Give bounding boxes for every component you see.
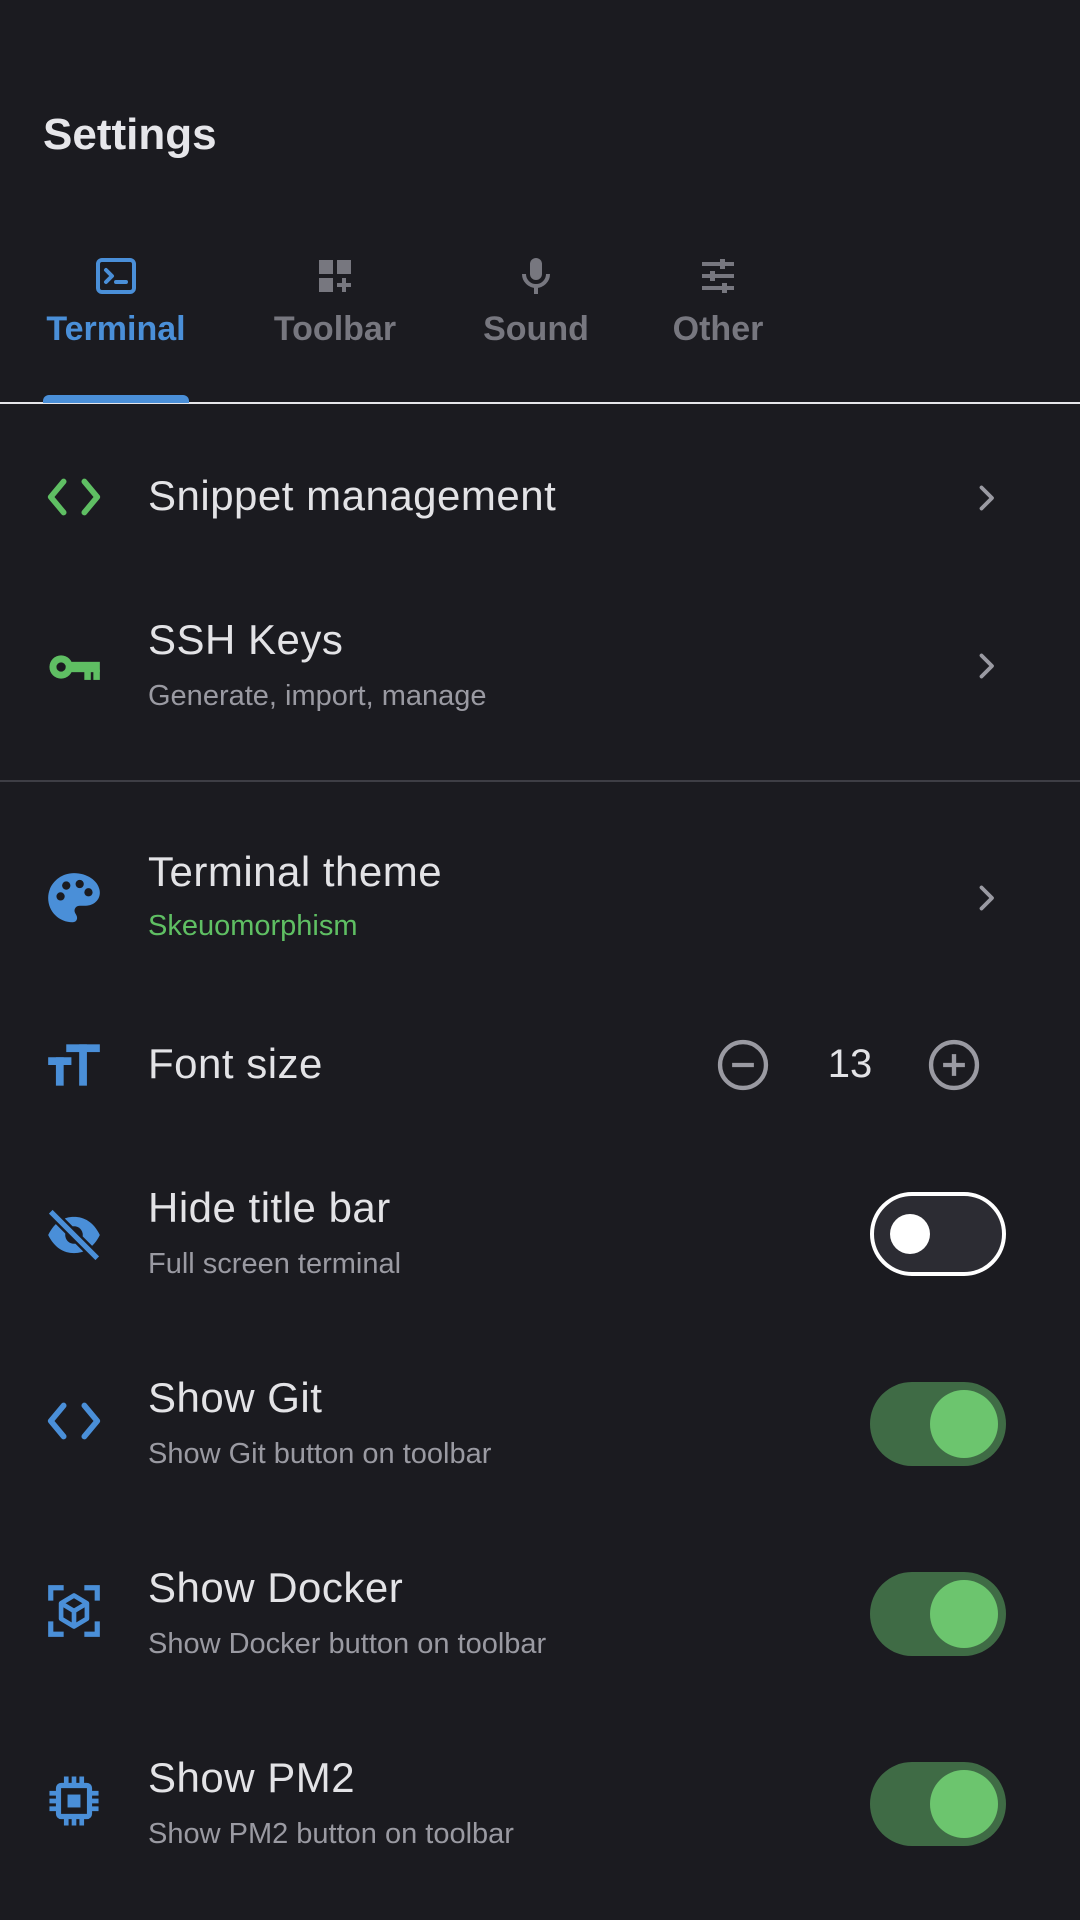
font-size-title: Font size [148, 1040, 323, 1087]
ssh-keys-subtitle: Generate, import, manage [148, 680, 487, 712]
terminal-icon [96, 258, 136, 294]
active-tab-indicator [43, 395, 189, 403]
page-title: Settings [43, 110, 217, 159]
chevron-right-icon [979, 885, 994, 911]
font-size-value: 13 [827, 1042, 873, 1086]
section-divider [0, 780, 1080, 782]
tab-toolbar[interactable]: Toolbar [272, 240, 398, 400]
ssh-keys-row[interactable]: SSH Keys Generate, import, manage [0, 600, 1080, 740]
show-docker-toggle[interactable] [870, 1572, 1006, 1656]
text-size-icon [48, 1044, 100, 1086]
chevron-right-icon [979, 485, 994, 511]
toggle-knob [930, 1580, 998, 1648]
cube-scan-icon [48, 1585, 100, 1637]
tab-other[interactable]: Other [672, 240, 764, 400]
hide-title-bar-title: Hide title bar [148, 1184, 391, 1231]
tab-terminal[interactable]: Terminal [43, 240, 189, 400]
hide-title-bar-subtitle: Full screen terminal [148, 1248, 402, 1280]
hide-title-bar-toggle[interactable] [870, 1192, 1006, 1276]
toggle-knob [930, 1770, 998, 1838]
show-docker-subtitle: Show Docker button on toolbar [148, 1628, 547, 1660]
show-pm2-subtitle: Show PM2 button on toolbar [148, 1818, 514, 1850]
show-pm2-title: Show PM2 [148, 1754, 356, 1801]
toggle-knob [890, 1214, 930, 1254]
eye-off-icon [47, 1208, 101, 1262]
decrease-font-size-button[interactable] [714, 1036, 772, 1094]
palette-icon [48, 873, 100, 923]
tab-sound-label: Sound [483, 310, 589, 348]
terminal-theme-value: Skeuomorphism [148, 910, 358, 942]
toggle-knob [930, 1390, 998, 1458]
tab-toolbar-label: Toolbar [273, 310, 397, 348]
show-pm2-toggle[interactable] [870, 1762, 1006, 1846]
terminal-theme-title: Terminal theme [148, 848, 443, 895]
key-icon [49, 655, 100, 680]
tab-sound[interactable]: Sound [483, 240, 589, 400]
hide-title-bar-row[interactable]: Hide title bar Full screen terminal [0, 1170, 1080, 1300]
ssh-keys-title: SSH Keys [148, 616, 344, 663]
snippet-management-title: Snippet management [148, 472, 557, 519]
chevron-right-icon [979, 653, 994, 679]
font-size-row: Font size 13 [0, 1010, 1080, 1120]
increase-font-size-button[interactable] [925, 1036, 983, 1094]
code-icon [47, 1402, 101, 1440]
tab-terminal-label: Terminal [46, 310, 186, 348]
chip-icon [49, 1776, 99, 1826]
code-icon [47, 478, 101, 516]
show-git-title: Show Git [148, 1374, 323, 1421]
tab-bar: Terminal Toolbar Sound Other [0, 240, 1080, 404]
snippet-management-row[interactable]: Snippet management [0, 432, 1080, 562]
microphone-icon [522, 258, 550, 294]
sliders-icon [702, 259, 734, 293]
dashboard-add-icon [319, 260, 351, 292]
settings-screen: Settings Terminal Toolbar Sound Other Sn… [0, 0, 1080, 1920]
show-docker-row[interactable]: Show Docker Show Docker button on toolba… [0, 1550, 1080, 1680]
show-docker-title: Show Docker [148, 1564, 404, 1611]
show-git-row[interactable]: Show Git Show Git button on toolbar [0, 1360, 1080, 1490]
tab-other-label: Other [672, 310, 764, 348]
show-git-subtitle: Show Git button on toolbar [148, 1438, 492, 1470]
terminal-theme-row[interactable]: Terminal theme Skeuomorphism [0, 830, 1080, 970]
show-git-toggle[interactable] [870, 1382, 1006, 1466]
show-pm2-row[interactable]: Show PM2 Show PM2 button on toolbar [0, 1740, 1080, 1870]
